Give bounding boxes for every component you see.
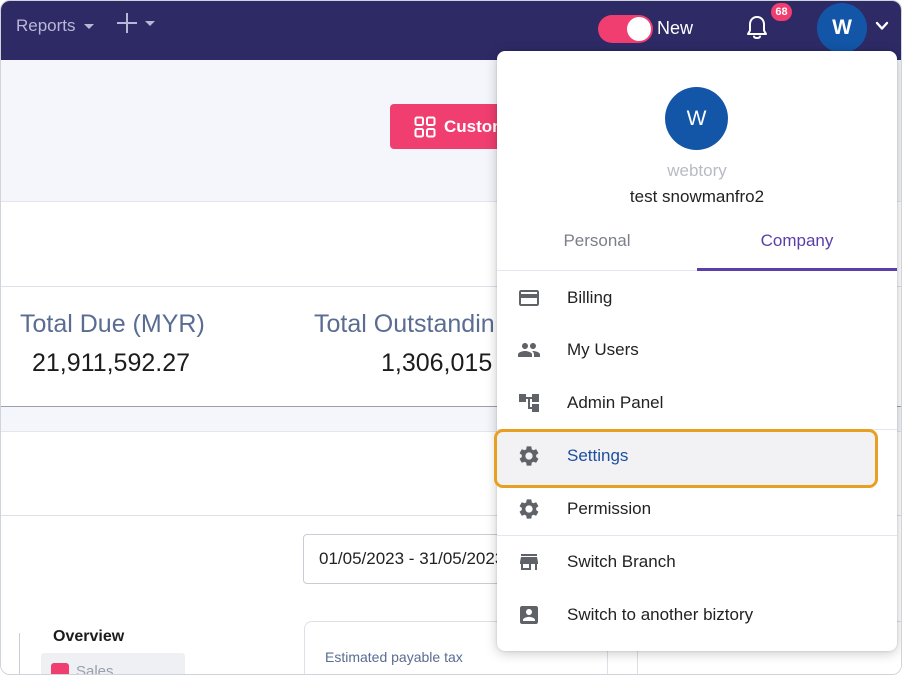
add-new-menu[interactable] xyxy=(117,13,155,33)
tab-company[interactable]: Company xyxy=(697,231,897,271)
caret-down-icon xyxy=(145,20,155,26)
menu-item-label: Permission xyxy=(567,499,652,518)
menu-item-label: Admin Panel xyxy=(567,393,664,412)
account-box-icon xyxy=(520,606,538,624)
reports-menu[interactable]: Reports xyxy=(16,16,94,36)
plus-icon xyxy=(117,13,137,33)
menu-item-settings[interactable]: Settings xyxy=(494,429,897,488)
menu-item-label: Switch to another biztory xyxy=(567,605,754,624)
tab-personal-label: Personal xyxy=(563,231,631,250)
total-outstanding-label: Total Outstandin xyxy=(314,310,495,338)
gear-icon xyxy=(519,499,539,519)
company-name: webtory xyxy=(667,161,727,180)
overview-item-sales[interactable]: Sales xyxy=(41,653,185,675)
tab-personal[interactable]: Personal xyxy=(497,231,697,271)
user-name: test snowmanfro2 xyxy=(629,187,765,206)
caret-down-icon xyxy=(83,23,94,29)
legend-swatch xyxy=(51,663,69,674)
new-ui-toggle[interactable] xyxy=(598,15,653,43)
menu-item-label: Settings xyxy=(567,446,629,465)
estimated-tax-label: Estimated payable tax xyxy=(325,649,463,665)
credit-card-icon xyxy=(519,290,539,306)
menu-item-billing[interactable]: Billing xyxy=(497,272,897,324)
chevron-down-icon[interactable] xyxy=(875,19,889,33)
reports-menu-label: Reports xyxy=(16,16,76,35)
store-icon xyxy=(520,554,538,570)
divider xyxy=(19,633,20,674)
menu-item-switch-branch[interactable]: Switch Branch xyxy=(497,536,897,588)
users-icon xyxy=(518,343,540,357)
menu-item-label: Switch Branch xyxy=(567,552,676,571)
gear-icon xyxy=(519,446,539,466)
bell-icon[interactable] xyxy=(745,15,769,41)
dropdown-avatar: W xyxy=(665,87,728,150)
menu-item-admin-panel[interactable]: Admin Panel xyxy=(497,377,897,429)
tab-company-label: Company xyxy=(760,231,834,250)
menu-item-switch-biztory[interactable]: Switch to another biztory xyxy=(497,589,897,641)
notification-count-badge: 68 xyxy=(771,3,792,21)
total-due-value: 21,911,592.27 xyxy=(32,349,191,377)
menu-item-label: My Users xyxy=(567,340,639,359)
app-window: Reports New 68 W Customi Total Due (MYR)… xyxy=(0,0,902,675)
total-outstanding-value: 1,306,015 xyxy=(381,349,493,377)
hierarchy-icon xyxy=(519,394,539,412)
overview-title: Overview xyxy=(53,628,125,645)
user-dropdown-menu: W webtory test snowmanfro2 Personal Comp… xyxy=(494,51,897,651)
dashboard-grid-icon xyxy=(414,116,436,137)
menu-item-label: Billing xyxy=(567,288,613,307)
menu-item-my-users[interactable]: My Users xyxy=(497,324,897,376)
date-range-picker[interactable]: 01/05/2023 - 31/05/2023 xyxy=(303,534,513,584)
new-ui-toggle-label: New xyxy=(657,18,694,38)
menu-item-permission[interactable]: Permission xyxy=(497,483,897,535)
overview-item-label: Sales xyxy=(76,663,114,675)
toggle-knob xyxy=(627,17,651,41)
highlight-outline xyxy=(494,429,878,488)
user-avatar[interactable]: W xyxy=(817,3,867,53)
total-due-label: Total Due (MYR) xyxy=(20,310,205,338)
